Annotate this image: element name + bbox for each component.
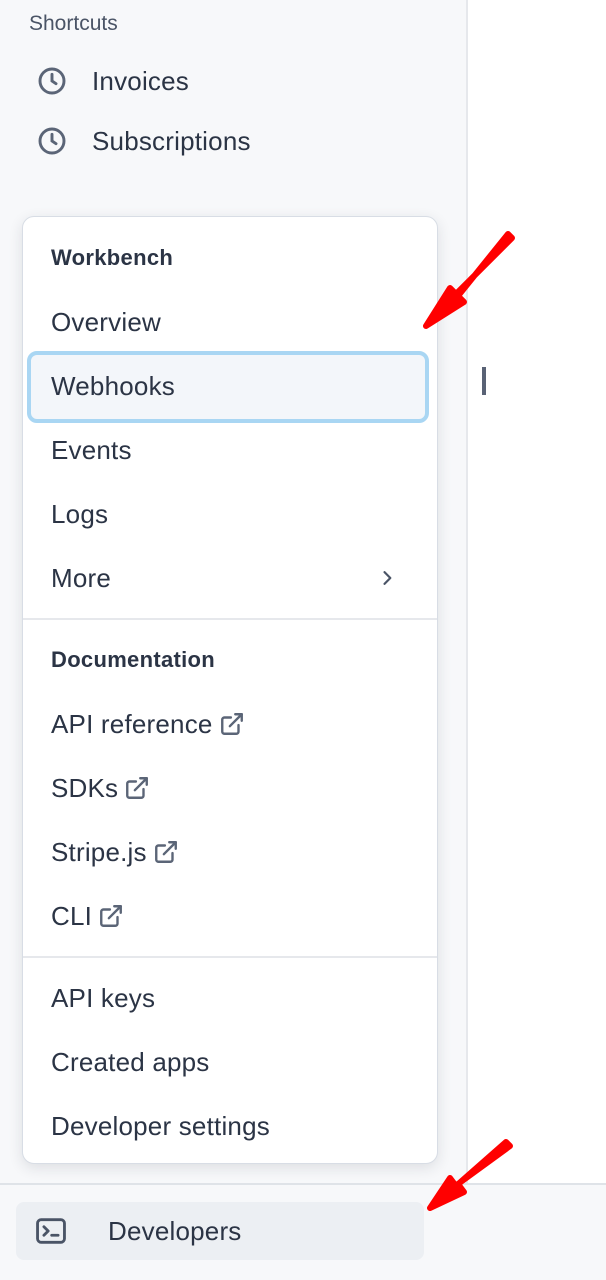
shortcut-label: Subscriptions	[92, 125, 251, 156]
menu-item-label: CLI	[51, 900, 93, 931]
menu-item-webhooks[interactable]: Webhooks	[51, 360, 409, 412]
menu-divider	[23, 618, 437, 620]
shortcut-subscriptions[interactable]: Subscriptions	[36, 119, 251, 163]
shortcut-invoices[interactable]: Invoices	[36, 59, 189, 103]
menu-item-label: API reference	[51, 708, 213, 739]
menu-item-api-keys[interactable]: API keys	[51, 972, 409, 1024]
menu-item-api-reference[interactable]: API reference	[51, 698, 409, 750]
menu-item-label: Events	[51, 434, 132, 465]
menu-item-created-apps[interactable]: Created apps	[51, 1036, 409, 1088]
menu-heading-documentation: Documentation	[51, 647, 216, 672]
external-link-icon	[100, 905, 123, 927]
menu-item-label: Logs	[51, 498, 109, 529]
menu-heading-workbench: Workbench	[51, 245, 174, 270]
external-link-icon	[220, 713, 243, 735]
shortcuts-title: Shortcuts	[29, 12, 118, 35]
menu-item-overview[interactable]: Overview	[51, 296, 409, 348]
menu-item-more[interactable]: More	[51, 552, 409, 604]
menu-item-stripe-js[interactable]: Stripe.js	[51, 826, 409, 878]
content-pane	[468, 0, 606, 1183]
annotation-arrow-icon	[427, 1139, 513, 1211]
text-cursor	[482, 367, 486, 395]
developers-label: Developers	[108, 1215, 242, 1246]
menu-item-label: API keys	[51, 982, 156, 1013]
clock-icon	[38, 67, 66, 95]
menu-item-logs[interactable]: Logs	[51, 488, 409, 540]
developers-menu: Workbench Overview Webhooks Events Logs …	[22, 216, 438, 1164]
menu-divider	[23, 956, 437, 958]
clock-icon	[38, 127, 66, 155]
developers-button[interactable]: Developers	[16, 1202, 424, 1260]
menu-item-label: Webhooks	[51, 370, 175, 401]
shortcut-label: Invoices	[92, 65, 189, 96]
menu-item-events[interactable]: Events	[51, 424, 409, 476]
menu-item-label: Stripe.js	[51, 836, 147, 867]
menu-item-label: Developer settings	[51, 1110, 270, 1141]
chevron-right-icon	[383, 571, 392, 585]
external-link-icon	[154, 841, 177, 863]
menu-item-label: SDKs	[51, 772, 119, 803]
menu-item-label: More	[51, 562, 112, 593]
menu-item-cli[interactable]: CLI	[51, 890, 409, 942]
menu-item-developer-settings[interactable]: Developer settings	[51, 1100, 409, 1152]
menu-item-sdks[interactable]: SDKs	[51, 762, 409, 814]
terminal-icon	[36, 1218, 66, 1244]
menu-item-label: Created apps	[51, 1046, 210, 1077]
menu-item-label: Overview	[51, 306, 161, 337]
annotation-arrow-icon	[423, 231, 515, 329]
external-link-icon	[126, 777, 149, 799]
